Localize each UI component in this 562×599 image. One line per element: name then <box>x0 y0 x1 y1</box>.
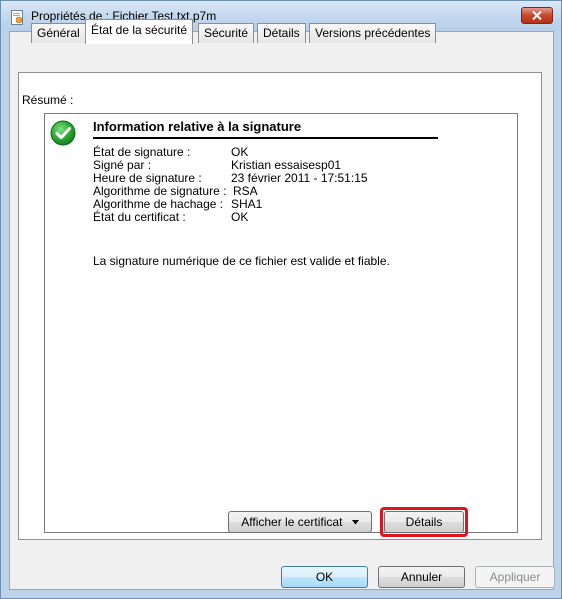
tab-label: Général <box>37 26 80 40</box>
tab-label: État de la sécurité <box>91 23 188 37</box>
tab-details[interactable]: Détails <box>257 23 306 43</box>
tab-previous-versions[interactable]: Versions précédentes <box>309 23 437 43</box>
cancel-button[interactable]: Annuler <box>378 566 465 588</box>
green-check-icon <box>50 120 76 146</box>
ok-button[interactable]: OK <box>281 566 368 588</box>
view-certificate-label: Afficher le certificat <box>241 515 343 529</box>
tab-security[interactable]: Sécurité <box>198 23 255 43</box>
tab-label: Sécurité <box>204 26 249 40</box>
tab-label: Versions précédentes <box>315 26 431 40</box>
row-label-signature-algorithm: Algorithme de signature : <box>93 184 227 198</box>
apply-button[interactable]: Appliquer <box>475 566 555 588</box>
summary-label: Résumé : <box>22 93 74 107</box>
tab-security-status[interactable]: État de la sécurité <box>85 19 194 44</box>
close-icon <box>532 11 542 20</box>
row-value-signature-time: 23 février 2011 - 17:51:15 <box>231 171 368 185</box>
row-label-signed-by: Signé par : <box>93 158 152 172</box>
view-certificate-button[interactable]: Afficher le certificat <box>228 511 372 533</box>
row-value-signed-by: Kristian essaisesp01 <box>231 158 342 172</box>
row-label-signature-status: État de signature : <box>93 145 191 159</box>
dropdown-arrow-icon <box>351 520 359 525</box>
tab-general[interactable]: Général <box>31 23 86 43</box>
close-button[interactable] <box>521 7 553 24</box>
tab-label: Détails <box>263 26 300 40</box>
row-value-signature-status: OK <box>231 145 249 159</box>
row-value-certificate-status: OK <box>231 210 249 224</box>
document-certificate-icon <box>11 10 23 25</box>
row-value-signature-algorithm: RSA <box>233 184 258 198</box>
signature-heading: Information relative à la signature <box>93 119 302 134</box>
heading-divider <box>93 137 438 139</box>
details-button[interactable]: Détails <box>384 511 464 533</box>
row-label-signature-time: Heure de signature : <box>93 171 202 185</box>
row-value-hash-algorithm: SHA1 <box>231 197 263 211</box>
row-label-certificate-status: État du certificat : <box>93 210 186 224</box>
row-label-hash-algorithm: Algorithme de hachage : <box>93 197 224 211</box>
signature-message: La signature numérique de ce fichier est… <box>93 254 390 268</box>
